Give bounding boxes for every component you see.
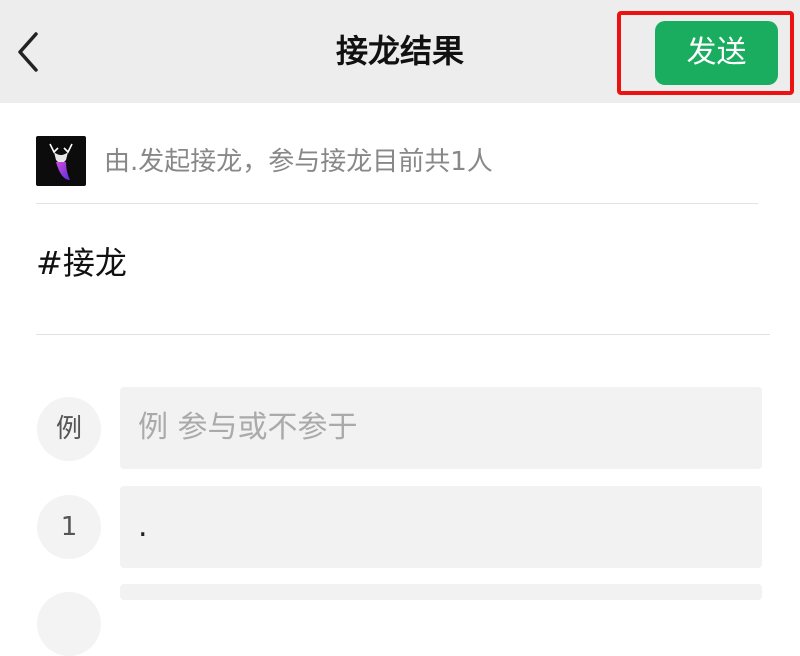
send-button[interactable]: 发送: [655, 21, 778, 85]
entry-input-2[interactable]: [120, 584, 762, 600]
divider: [36, 334, 770, 335]
divider: [36, 203, 758, 204]
entry-input-example[interactable]: 例 参与或不参于: [120, 387, 762, 469]
entry-input-1[interactable]: .: [120, 486, 762, 568]
avatar[interactable]: [36, 136, 86, 186]
entry-number-2: [37, 592, 101, 656]
entry-number-1: 1: [37, 495, 101, 559]
chain-info-text: 由.发起接龙，参与接龙目前共1人: [104, 147, 493, 177]
topic-text[interactable]: #接龙: [36, 238, 127, 288]
deer-logo-icon: [49, 143, 73, 180]
entry-number-example: 例: [37, 397, 101, 461]
top-bar: 接龙结果 发送: [0, 0, 800, 103]
